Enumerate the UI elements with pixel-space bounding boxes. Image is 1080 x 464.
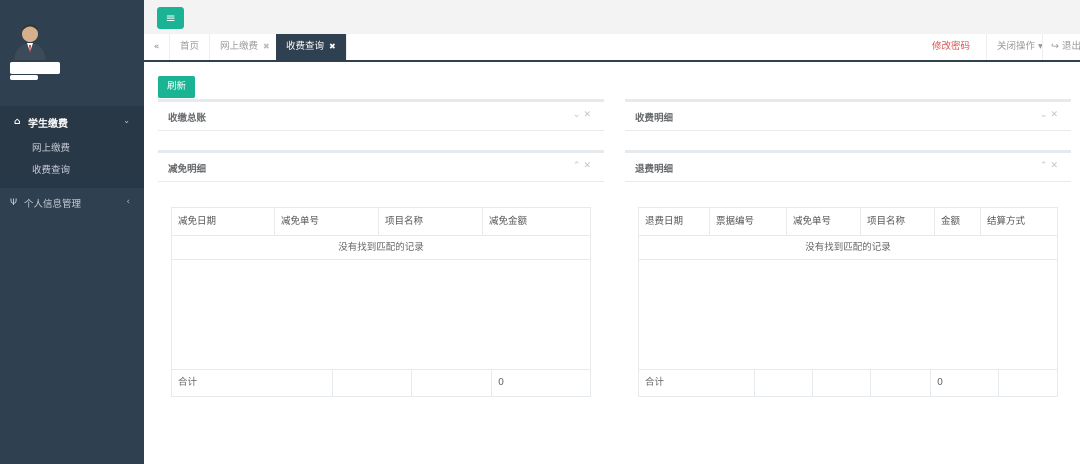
table-footer: 合计 0 (172, 370, 590, 396)
tab-scroll-left-icon[interactable]: « (144, 34, 170, 60)
logout-label: 退出 (1062, 41, 1080, 52)
empty-message: 没有找到匹配的记录 (639, 236, 1057, 260)
footer-cell (871, 370, 931, 396)
column-header[interactable]: 项目名称 (861, 208, 935, 235)
footer-cell: 0 (931, 370, 999, 396)
chevron-down-icon: ⌄ (123, 116, 130, 125)
panel-title: 收缴总账 (168, 113, 207, 124)
username-redacted (10, 62, 60, 74)
collapse-icon[interactable]: ⌄ (573, 110, 584, 120)
table-header: 减免日期 减免单号 项目名称 减免金额 (172, 208, 590, 236)
sidebar: ⌂ 学生缴费 ⌄ 网上缴费 收费查询 Ψ 个人信息管理 ‹ (0, 0, 144, 464)
change-password-link[interactable]: 修改密码 (932, 34, 970, 60)
table-header: 退费日期 票据编号 减免单号 项目名称 金额 结算方式 (639, 208, 1057, 236)
hamburger-icon: ≡ (165, 11, 176, 25)
role-redacted (10, 75, 38, 80)
panel-tools: ⌃✕ (573, 161, 594, 171)
menu-toggle-button[interactable]: ≡ (157, 7, 184, 29)
panel-title: 退费明细 (635, 164, 674, 175)
column-header[interactable]: 票据编号 (710, 208, 787, 235)
logout-link[interactable]: ↪ 退出 (1042, 34, 1080, 60)
column-header[interactable]: 减免日期 (172, 208, 275, 235)
footer-cell (813, 370, 871, 396)
column-header[interactable]: 退费日期 (639, 208, 710, 235)
reduction-table: 减免日期 减免单号 项目名称 减免金额 没有找到匹配的记录 合计 0 (171, 207, 591, 397)
cutlery-icon: Ψ (10, 198, 18, 208)
sidebar-subitem-online-payment[interactable]: 网上缴费 (0, 138, 144, 160)
panel-details-header: 收费明细 ⌄✕ (625, 99, 1071, 131)
profile-area (0, 0, 144, 106)
sidebar-item-profile[interactable]: Ψ 个人信息管理 ‹ (0, 188, 144, 218)
footer-cell (333, 370, 412, 396)
close-ops-label: 关闭操作 (997, 41, 1036, 52)
panel-title: 减免明细 (168, 164, 207, 175)
tab-label: 首页 (180, 41, 200, 52)
close-icon[interactable]: ✖ (263, 42, 270, 51)
tab-home[interactable]: 首页 (170, 34, 211, 60)
close-icon[interactable]: ✕ (1050, 161, 1061, 171)
expand-icon[interactable]: ⌃ (1040, 161, 1051, 171)
footer-cell (412, 370, 492, 396)
column-header[interactable]: 金额 (935, 208, 981, 235)
close-icon[interactable]: ✖ (329, 42, 336, 51)
sidebar-subitem-fee-query[interactable]: 收费查询 (0, 160, 144, 182)
footer-cell: 合计 (639, 370, 755, 396)
top-header: ≡ (144, 0, 1080, 34)
sidebar-item-student-payment[interactable]: ⌂ 学生缴费 ⌄ (0, 106, 144, 138)
column-header[interactable]: 项目名称 (379, 208, 483, 235)
panel-reduction-header: 减免明细 ⌃✕ (158, 150, 604, 182)
table-footer: 合计 0 (639, 370, 1057, 396)
nav-group-payment: ⌂ 学生缴费 ⌄ 网上缴费 收费查询 (0, 106, 144, 188)
table-body (172, 260, 590, 370)
logout-icon: ↪ (1051, 41, 1059, 52)
panel-title: 收费明细 (635, 113, 674, 124)
refund-table: 退费日期 票据编号 减免单号 项目名称 金额 结算方式 没有找到匹配的记录 合计… (638, 207, 1058, 397)
panel-tools: ⌄✕ (1040, 110, 1061, 120)
tab-label: 网上缴费 (220, 41, 259, 52)
tab-bar: « 首页 网上缴费 ✖ 收费查询 ✖ 修改密码 关闭操作 ▾ ↪ 退出 (144, 34, 1080, 62)
sidebar-item-label: 学生缴费 (28, 118, 68, 130)
column-header[interactable]: 减免单号 (275, 208, 379, 235)
collapse-icon[interactable]: ⌄ (1040, 110, 1051, 120)
table-body (639, 260, 1057, 370)
tab-label: 收费查询 (286, 41, 325, 52)
empty-message: 没有找到匹配的记录 (172, 236, 590, 260)
panel-tools: ⌄✕ (573, 110, 594, 120)
close-icon[interactable]: ✕ (583, 161, 594, 171)
tab-online-payment[interactable]: 网上缴费 ✖ (210, 34, 281, 60)
chevron-left-icon: ‹ (126, 197, 130, 207)
panel-summary-header: 收缴总账 ⌄✕ (158, 99, 604, 131)
close-ops-dropdown[interactable]: 关闭操作 ▾ (986, 34, 1043, 60)
footer-cell (755, 370, 813, 396)
panel-refund-header: 退费明细 ⌃✕ (625, 150, 1071, 182)
avatar[interactable] (12, 22, 48, 60)
home-icon: ⌂ (14, 117, 21, 127)
column-header[interactable]: 结算方式 (981, 208, 1057, 235)
tab-fee-query[interactable]: 收费查询 ✖ (276, 34, 347, 60)
footer-cell (999, 370, 1057, 396)
refresh-button[interactable]: 刷新 (158, 76, 195, 98)
close-icon[interactable]: ✕ (583, 110, 594, 120)
sidebar-item-label: 个人信息管理 (24, 199, 82, 210)
column-header[interactable]: 减免单号 (787, 208, 861, 235)
expand-icon[interactable]: ⌃ (573, 161, 584, 171)
footer-cell: 合计 (172, 370, 333, 396)
column-header[interactable]: 减免金额 (483, 208, 590, 235)
footer-cell: 0 (498, 377, 505, 388)
panel-tools: ⌃✕ (1040, 161, 1061, 171)
close-icon[interactable]: ✕ (1050, 110, 1061, 120)
